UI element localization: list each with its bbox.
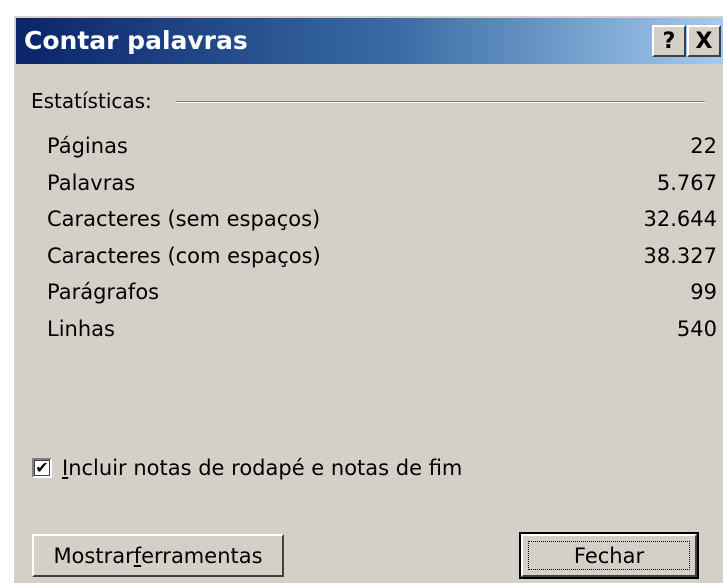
stat-label: Caracteres (sem espaços): [47, 207, 321, 231]
checkmark-icon: ✔: [35, 458, 49, 477]
window-title: Contar palavras: [24, 26, 248, 55]
stat-value: 22: [690, 134, 717, 158]
word-count-dialog: Contar palavras ? X Estatísticas: Página…: [12, 14, 723, 583]
stat-row-chars-no-spaces: Caracteres (sem espaços) 32.644: [47, 201, 717, 238]
stat-row-words: Palavras 5.767: [47, 165, 717, 202]
button-text-post: erramentas: [141, 543, 263, 568]
statistics-list: Páginas 22 Palavras 5.767 Caracteres (se…: [47, 128, 717, 347]
stat-value: 5.767: [656, 170, 717, 195]
close-button[interactable]: Fechar: [519, 532, 699, 579]
include-footnotes-label[interactable]: Incluir notas de rodapé e notas de fim: [62, 456, 462, 480]
stat-label: Parágrafos: [47, 280, 160, 304]
button-text-pre: Mostrar: [53, 543, 134, 568]
stat-row-pages: Páginas 22: [47, 128, 717, 165]
label-text: ncluir notas de rodapé e notas de fim: [68, 456, 463, 480]
hotkey-letter: f: [133, 543, 142, 568]
stat-value: 32.644: [643, 207, 717, 231]
close-window-button[interactable]: X: [687, 25, 721, 57]
stat-value: 38.327: [643, 243, 717, 268]
include-footnotes-checkbox[interactable]: ✔: [32, 458, 52, 478]
include-footnotes-option[interactable]: ✔ Incluir notas de rodapé e notas de fim: [32, 453, 462, 483]
help-icon: ?: [662, 28, 676, 54]
stat-label: Palavras: [47, 170, 136, 195]
stat-row-lines: Linhas 540: [47, 311, 717, 348]
title-bar[interactable]: Contar palavras ? X: [16, 18, 723, 64]
stat-row-paragraphs: Parágrafos 99: [47, 274, 717, 311]
stat-label: Linhas: [47, 316, 115, 341]
group-divider: [176, 101, 705, 103]
stat-label: Páginas: [47, 134, 128, 158]
focus-rectangle: [528, 541, 690, 570]
stat-label: Caracteres (com espaços): [47, 243, 321, 268]
stat-value: 99: [690, 280, 717, 304]
close-icon: X: [695, 28, 713, 54]
statistics-group-label: Estatísticas:: [31, 89, 152, 113]
stat-row-chars-with-spaces: Caracteres (com espaços) 38.327: [47, 238, 717, 275]
stat-value: 540: [676, 316, 717, 341]
help-button[interactable]: ?: [652, 25, 686, 57]
show-toolbar-button[interactable]: Mostrar f erramentas: [32, 534, 284, 577]
